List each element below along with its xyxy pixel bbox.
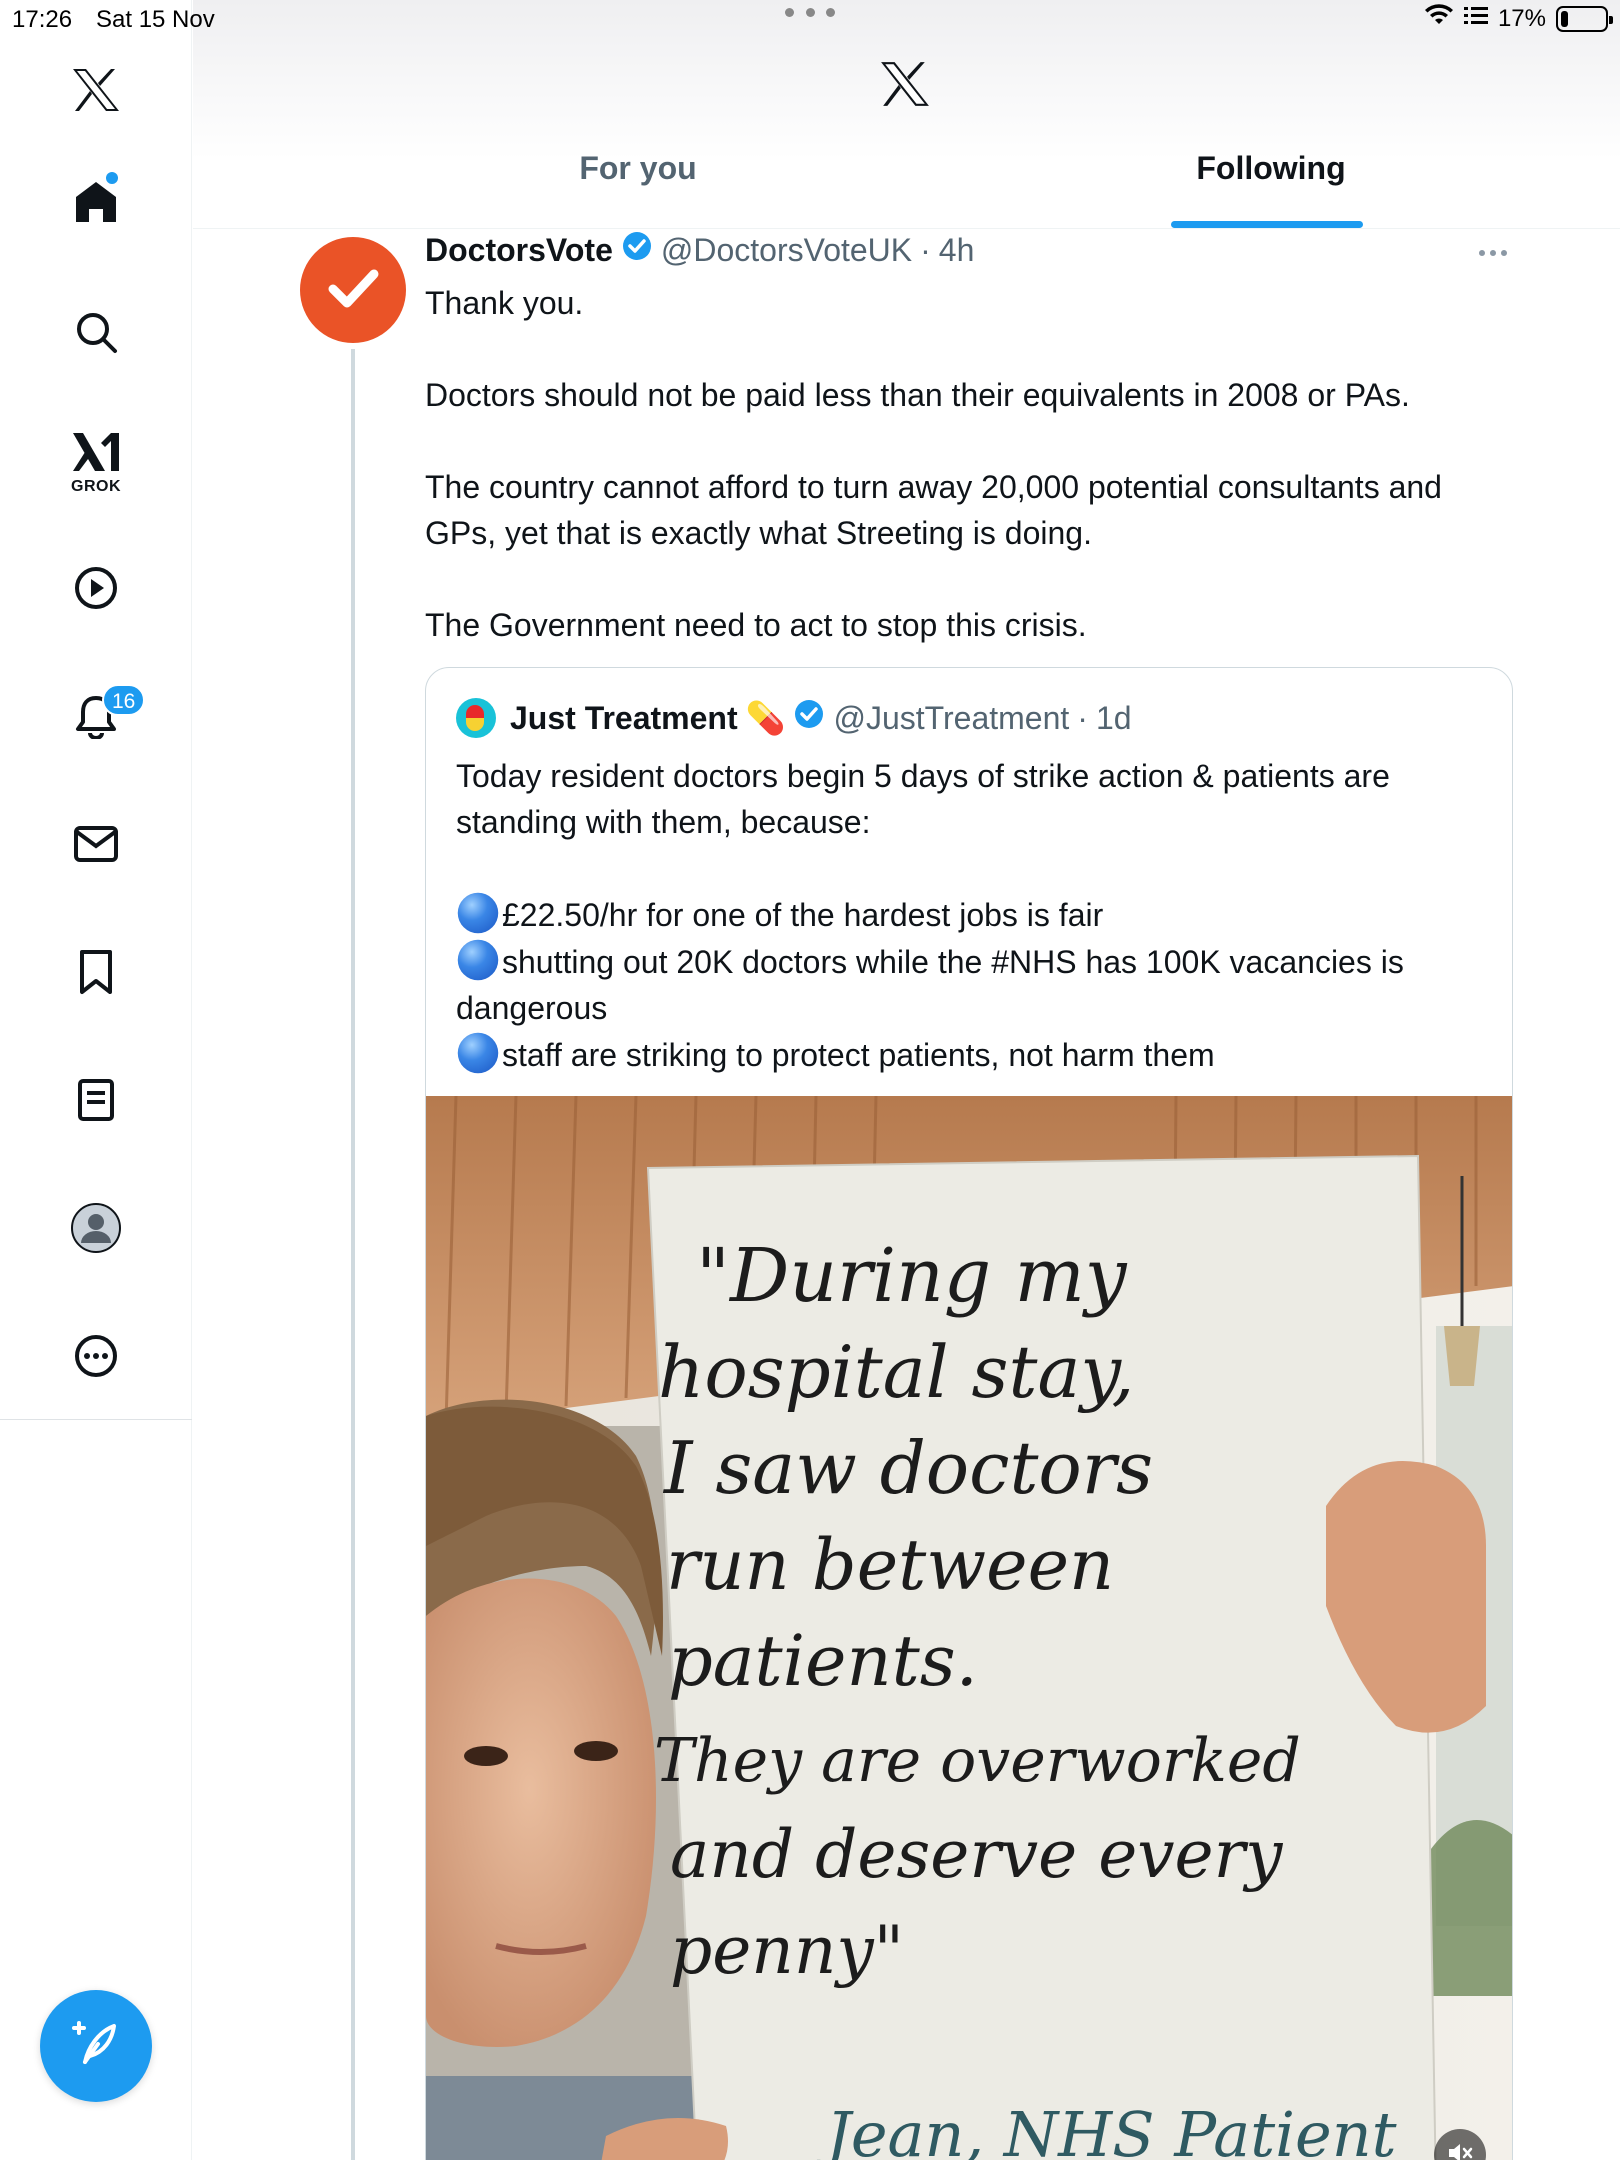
sign-line: patients. bbox=[668, 1620, 978, 1702]
blue-circle-icon bbox=[457, 1032, 499, 1074]
status-bar: 17:26 Sat 15 Nov 17% bbox=[0, 0, 1620, 40]
sidebar-item-notifications[interactable] bbox=[0, 676, 192, 756]
sidebar-divider bbox=[0, 1419, 192, 1420]
bullet-line: staff are striking to protect patients, … bbox=[456, 1031, 1496, 1078]
battery-icon bbox=[1556, 5, 1613, 32]
grok-label: GROK bbox=[71, 478, 121, 495]
status-date: Sat 15 Nov bbox=[96, 6, 215, 33]
search-icon bbox=[74, 310, 118, 354]
bullet-text: £22.50/hr for one of the hardest jobs is… bbox=[502, 897, 1104, 933]
grok-icon bbox=[71, 429, 121, 475]
bullet-text: shutting out 20K doctors while the #NHS … bbox=[456, 944, 1404, 1026]
sign-line: I saw doctors bbox=[662, 1426, 1153, 1510]
list-icon bbox=[76, 1077, 116, 1123]
quoted-tweet-header: Just Treatment 💊 @JustTreatment · 1d bbox=[456, 698, 1132, 738]
blue-circle-icon bbox=[457, 939, 499, 981]
compose-button[interactable] bbox=[40, 1990, 152, 2102]
tweet-paragraph: The Government need to act to stop this … bbox=[425, 607, 1087, 643]
bullet-line: shutting out 20K doctors while the #NHS … bbox=[456, 938, 1496, 1031]
sidebar-item-lists[interactable] bbox=[0, 1060, 192, 1140]
home-unread-dot bbox=[106, 172, 118, 184]
multitasking-dots[interactable] bbox=[785, 8, 835, 17]
sidebar-x-logo[interactable] bbox=[0, 50, 192, 130]
separator-dot: · bbox=[1077, 699, 1088, 736]
quoted-tweet-time[interactable]: 1d bbox=[1096, 700, 1132, 737]
status-time: 17:26 bbox=[12, 6, 73, 33]
mute-icon bbox=[1446, 2139, 1474, 2160]
quoted-avatar[interactable] bbox=[456, 698, 496, 738]
tweet-paragraph: Thank you. bbox=[425, 285, 584, 321]
sidebar-item-profile[interactable] bbox=[0, 1188, 192, 1268]
sidebar-item-explore[interactable] bbox=[0, 292, 192, 372]
sign-line: run between bbox=[666, 1524, 1114, 1606]
mail-icon bbox=[73, 824, 119, 864]
x-logo-icon[interactable] bbox=[879, 60, 931, 113]
x-logo-icon bbox=[71, 67, 121, 113]
video-frame: "During my hospital stay, I saw doctors run… bbox=[426, 1096, 1512, 2160]
bullet-line: £22.50/hr for one of the hardest jobs is… bbox=[456, 891, 1496, 938]
tweet-time[interactable]: 4h bbox=[939, 232, 975, 269]
bullet-text: staff are striking to protect patients, … bbox=[502, 1037, 1215, 1073]
thread-line bbox=[351, 349, 355, 2160]
author-handle[interactable]: @DoctorsVoteUK bbox=[661, 232, 912, 269]
verified-badge-icon bbox=[793, 698, 825, 738]
orientation-lock-icon bbox=[1463, 5, 1488, 32]
sign-line: and deserve every bbox=[670, 1816, 1283, 1893]
more-options-icon[interactable] bbox=[1479, 250, 1507, 256]
separator-dot: · bbox=[920, 231, 931, 268]
avatar[interactable] bbox=[300, 237, 406, 343]
quoted-intro: Today resident doctors begin 5 days of s… bbox=[456, 758, 1390, 840]
sidebar: GROK 16 bbox=[0, 0, 192, 2160]
author-name[interactable]: DoctorsVote bbox=[425, 232, 613, 269]
tweet-paragraph: The country cannot afford to turn away 2… bbox=[425, 469, 1442, 551]
sidebar-item-more[interactable] bbox=[0, 1316, 192, 1396]
sidebar-item-home[interactable] bbox=[0, 162, 192, 242]
compose-icon bbox=[70, 2018, 122, 2075]
play-icon bbox=[73, 565, 119, 611]
sidebar-item-bookmarks[interactable] bbox=[0, 932, 192, 1012]
status-right: 17% bbox=[1424, 4, 1613, 33]
sidebar-item-video[interactable] bbox=[0, 548, 192, 628]
sign-line: penny" bbox=[670, 1912, 904, 1989]
sign-line: hospital stay, bbox=[658, 1330, 1134, 1414]
more-circle-icon bbox=[73, 1333, 119, 1379]
sidebar-item-messages[interactable] bbox=[0, 804, 192, 884]
tab-following[interactable]: Following bbox=[1151, 150, 1391, 230]
battery-fill bbox=[1561, 10, 1569, 27]
battery-percent: 17% bbox=[1497, 4, 1546, 32]
pill-emoji: 💊 bbox=[745, 700, 786, 736]
profile-icon bbox=[70, 1202, 122, 1254]
sign-line: "During my bbox=[696, 1233, 1128, 1319]
active-tab-indicator bbox=[1171, 221, 1363, 228]
bookmark-icon bbox=[76, 949, 116, 995]
video-media[interactable]: "During my hospital stay, I saw doctors run… bbox=[426, 1096, 1512, 2160]
tweet-header: DoctorsVote @DoctorsVoteUK · 4h bbox=[425, 230, 974, 270]
wifi-icon bbox=[1424, 4, 1454, 33]
tweet-text: Thank you. Doctors should not be paid le… bbox=[425, 280, 1505, 648]
tab-for-you[interactable]: For you bbox=[538, 150, 738, 230]
quoted-author-name[interactable]: Just Treatment bbox=[510, 700, 738, 737]
sign-signature: Jean, NHS Patient bbox=[815, 2098, 1397, 2160]
tweet-paragraph: Doctors should not be paid less than the… bbox=[425, 377, 1410, 413]
checkmark-icon bbox=[323, 258, 383, 323]
verified-badge-icon bbox=[621, 230, 653, 270]
blue-circle-icon bbox=[457, 892, 499, 934]
home-icon bbox=[73, 179, 119, 225]
quoted-author-handle[interactable]: @JustTreatment bbox=[833, 700, 1069, 737]
sign-line: They are overworked bbox=[654, 1726, 1301, 1796]
quoted-tweet[interactable]: Just Treatment 💊 @JustTreatment · 1d Tod… bbox=[425, 667, 1513, 2160]
quoted-tweet-text: Today resident doctors begin 5 days of s… bbox=[456, 753, 1496, 1078]
notification-badge: 16 bbox=[102, 684, 146, 716]
